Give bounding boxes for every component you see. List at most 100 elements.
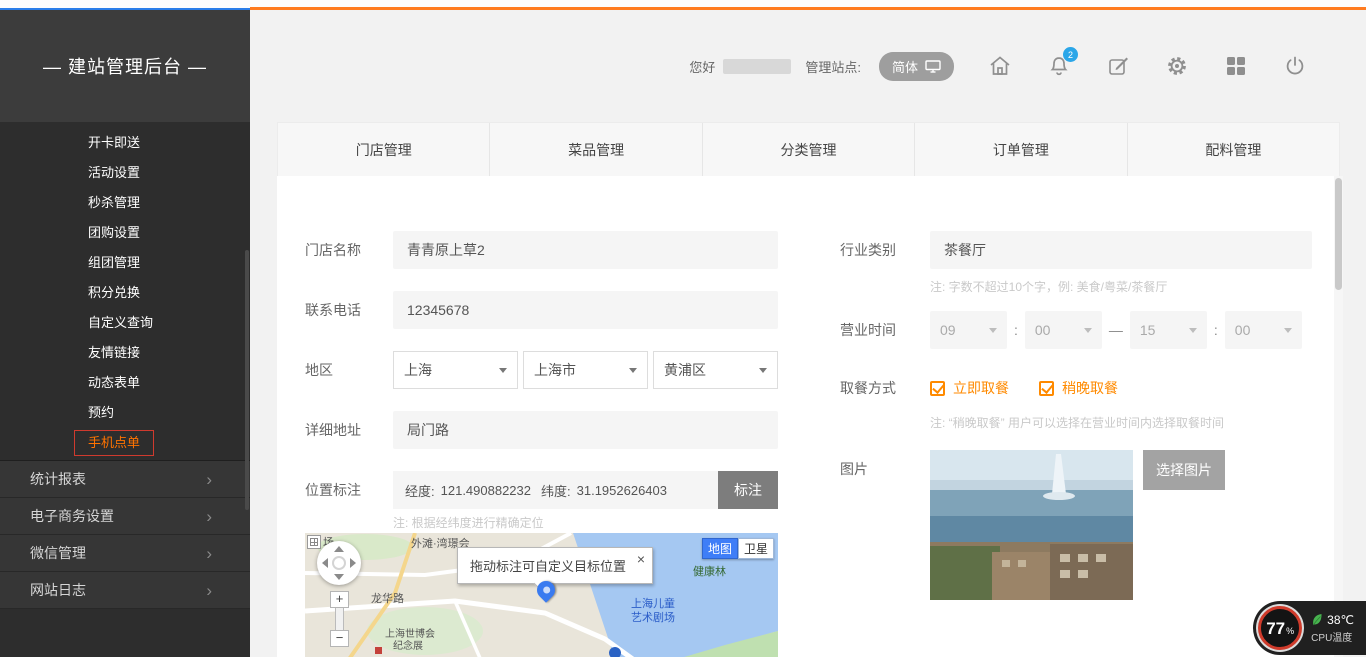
tab-order-management[interactable]: 订单管理: [915, 123, 1127, 176]
content-scrollbar-track[interactable]: [1334, 176, 1343, 657]
pan-left-icon[interactable]: [322, 558, 328, 568]
store-photo-thumbnail[interactable]: [930, 450, 1133, 600]
mark-button[interactable]: 标注: [718, 471, 778, 509]
cpu-temp-info: 38℃ CPU温度: [1311, 613, 1354, 644]
zoom-slider[interactable]: [335, 608, 344, 630]
tab-store-management[interactable]: 门店管理: [278, 123, 490, 176]
sidebar-item-label: 积分兑换: [88, 285, 140, 300]
coordinates-display[interactable]: 经度: 121.490882232 纬度: 31.1952626403: [393, 471, 718, 509]
sidebar-item-custom-query[interactable]: 自定义查询: [0, 308, 250, 338]
industry-row: 行业类别 茶餐厅: [840, 231, 1312, 269]
home-icon: [988, 54, 1012, 78]
close-icon[interactable]: ×: [637, 551, 645, 567]
chevron-right-icon: ›: [206, 471, 212, 488]
choose-image-button[interactable]: 选择图片: [1143, 450, 1225, 490]
industry-note: 注: 字数不超过10个字，例: 美食/粤菜/茶餐厅: [930, 278, 1167, 295]
industry-value: 茶餐厅: [944, 242, 986, 258]
store-name-label: 门店名称: [305, 231, 393, 269]
tab-ingredient-management[interactable]: 配料管理: [1128, 123, 1339, 176]
section-label: 电子商务设置: [30, 506, 114, 526]
tab-category-management[interactable]: 分类管理: [703, 123, 915, 176]
checkbox-checked-icon[interactable]: [930, 381, 945, 396]
pickup-row: 取餐方式 立即取餐 稍晚取餐: [840, 376, 1312, 400]
industry-input[interactable]: 茶餐厅: [930, 231, 1312, 269]
latitude-value: 31.1952626403: [577, 483, 667, 498]
sidebar-item-mobile-order[interactable]: 手机点单: [0, 428, 250, 458]
close-hour-value: 15: [1140, 322, 1156, 338]
map-overview-icon[interactable]: [307, 535, 321, 549]
city-select[interactable]: 上海市: [523, 351, 648, 389]
close-minute-select[interactable]: 00: [1225, 311, 1302, 349]
province-value: 上海: [404, 360, 432, 380]
cpu-usage-gauge: 77 %: [1258, 606, 1302, 650]
open-minute-select[interactable]: 00: [1025, 311, 1102, 349]
pan-up-icon[interactable]: [334, 546, 344, 552]
settings-button[interactable]: [1164, 53, 1190, 79]
sidebar-section-ecommerce-settings[interactable]: 电子商务设置›: [0, 498, 250, 535]
map-label-theatre-2: 艺术剧场: [631, 609, 675, 625]
content-scrollbar-thumb[interactable]: [1335, 178, 1342, 290]
pickup-note: 注: “稍晚取餐” 用户可以选择在营业时间内选择取餐时间: [930, 414, 1224, 431]
caret-down-icon: [1084, 328, 1092, 333]
map-pan-control[interactable]: [317, 541, 361, 585]
hours-row: 营业时间 09 : 00 — 15 : 00: [840, 311, 1312, 349]
sidebar-section-stats-report[interactable]: 统计报表›: [0, 461, 250, 498]
close-hour-select[interactable]: 15: [1130, 311, 1207, 349]
checkbox-checked-icon[interactable]: [1039, 381, 1054, 396]
pickup-label: 取餐方式: [840, 376, 930, 400]
chevron-right-icon: ›: [206, 582, 212, 599]
open-hour-select[interactable]: 09: [930, 311, 1007, 349]
zoom-out-button[interactable]: −: [330, 630, 349, 647]
sidebar-item-label: 自定义查询: [88, 315, 153, 330]
sidebar-item-team[interactable]: 组团管理: [0, 248, 250, 278]
sidebar-item-links[interactable]: 友情链接: [0, 338, 250, 368]
zoom-in-button[interactable]: +: [330, 591, 349, 608]
pickup-option-label: 稍晚取餐: [1062, 378, 1118, 398]
sidebar-item-points-exchange[interactable]: 积分兑换: [0, 278, 250, 308]
map-view-button[interactable]: 地图: [702, 538, 738, 559]
hours-colon: :: [1007, 311, 1025, 349]
pickup-option-immediate[interactable]: 立即取餐: [930, 378, 1009, 398]
tab-dish-management[interactable]: 菜品管理: [490, 123, 702, 176]
satellite-view-button[interactable]: 卫星: [738, 538, 774, 559]
caret-down-icon: [629, 368, 637, 373]
location-box: 经度: 121.490882232 纬度: 31.1952626403 标注: [393, 471, 778, 509]
leaf-icon: [1311, 613, 1323, 627]
sidebar-item-dynamic-form[interactable]: 动态表单: [0, 368, 250, 398]
sidebar-scrollbar[interactable]: [245, 250, 249, 510]
store-name-input[interactable]: 青青原上草2: [393, 231, 778, 269]
sidebar-section-site-logs[interactable]: 网站日志 ›: [0, 572, 250, 609]
sidebar-item-activity-settings[interactable]: 活动设置: [0, 158, 250, 188]
sidebar-item-card-gift[interactable]: 开卡即送: [0, 128, 250, 158]
top-header: 您好 管理站点: 简体 2: [250, 10, 1366, 122]
address-value: 局门路: [407, 422, 449, 438]
notifications-button[interactable]: 2: [1046, 53, 1072, 79]
caret-down-icon: [1189, 328, 1197, 333]
tab-bar: 门店管理 菜品管理 分类管理 订单管理 配料管理: [277, 122, 1340, 176]
cpu-monitor-widget: 77 % 38℃ CPU温度: [1253, 601, 1366, 655]
language-button[interactable]: 简体: [879, 52, 954, 81]
sidebar-item-groupbuy[interactable]: 团购设置: [0, 218, 250, 248]
apps-button[interactable]: [1223, 53, 1249, 79]
section-label: 网站日志: [30, 580, 86, 600]
province-select[interactable]: 上海: [393, 351, 518, 389]
longitude-label: 经度:: [405, 481, 435, 500]
browser-strip-blue: [0, 0, 250, 10]
sidebar-item-reservation[interactable]: 预约: [0, 398, 250, 428]
language-label: 简体: [892, 57, 918, 76]
main-area: 您好 管理站点: 简体 2: [250, 10, 1366, 657]
sidebar-item-label: 预约: [88, 405, 114, 420]
pan-right-icon[interactable]: [350, 558, 356, 568]
address-input[interactable]: 局门路: [393, 411, 778, 449]
sidebar-section-wechat-management[interactable]: 微信管理›: [0, 535, 250, 572]
pickup-option-later[interactable]: 稍晚取餐: [1039, 378, 1118, 398]
map-widget[interactable]: 场 外滩·湾璟会 健康林 龙华路 上海世博会 纪念展 上海儿童 艺术剧场 +: [305, 533, 778, 657]
sidebar-item-flashsale[interactable]: 秒杀管理: [0, 188, 250, 218]
caret-down-icon: [1284, 328, 1292, 333]
edit-button[interactable]: [1105, 53, 1131, 79]
logout-button[interactable]: [1282, 53, 1308, 79]
phone-input[interactable]: 12345678: [393, 291, 778, 329]
district-select[interactable]: 黄浦区: [653, 351, 778, 389]
pan-down-icon[interactable]: [334, 574, 344, 580]
home-button[interactable]: [987, 53, 1013, 79]
